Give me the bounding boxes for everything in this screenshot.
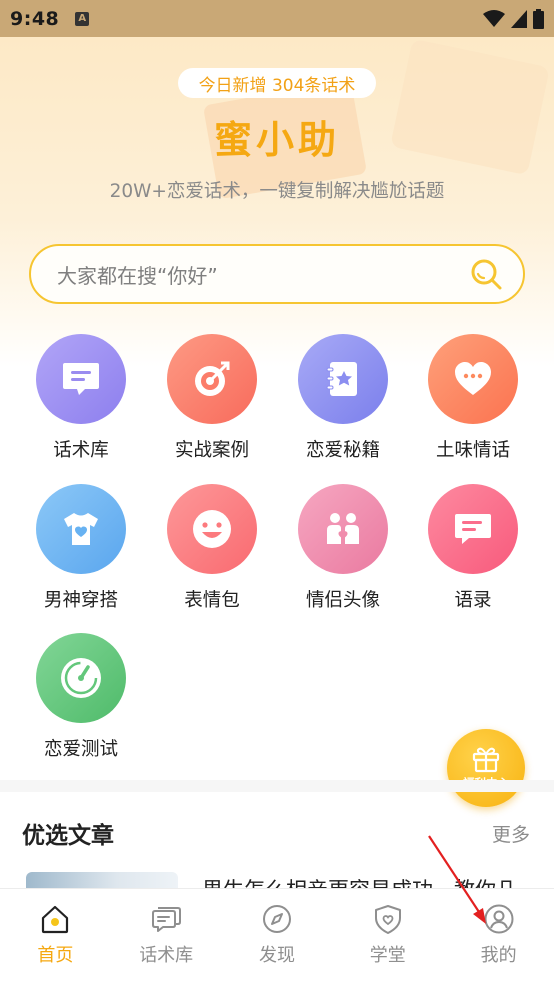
grid-item-stickers[interactable]: 表情包	[157, 484, 267, 612]
grid-label: 土味情话	[435, 440, 510, 461]
search-input[interactable]: 大家都在搜“你好”	[29, 244, 525, 304]
notebook-star-icon	[326, 362, 357, 396]
nav-item-home[interactable]: 首页	[0, 889, 111, 984]
grid-icon-circle	[167, 484, 257, 574]
heart-dots-icon	[455, 362, 491, 395]
notification-icon: A	[75, 11, 90, 26]
grid-item-quotes[interactable]: 语录	[418, 484, 528, 612]
grid-item-love-test[interactable]: 恋爱测试	[26, 633, 136, 761]
cellular-icon	[511, 9, 527, 28]
tshirt-icon	[64, 513, 98, 545]
search-placeholder: 大家都在搜“你好”	[57, 263, 218, 288]
grid-label: 实战案例	[174, 440, 249, 461]
grid-item-mens-outfits[interactable]: 男神穿搭	[26, 484, 136, 612]
smiley-icon	[193, 510, 231, 548]
grid-item-couple-avatars[interactable]: 情侣头像	[288, 484, 398, 612]
couple-icon	[327, 513, 359, 544]
grid-label: 语录	[454, 590, 492, 611]
grid-item-real-cases[interactable]: 实战案例	[157, 334, 267, 462]
target-icon	[195, 361, 230, 396]
nav-item-school[interactable]: 学堂	[332, 889, 443, 984]
grid-label: 话术库	[53, 440, 109, 461]
search-icon[interactable]	[469, 257, 503, 291]
grid-icon-circle	[298, 334, 388, 424]
nav-label: 首页	[37, 945, 74, 966]
battery-icon	[533, 8, 544, 29]
gift-icon	[472, 747, 500, 773]
grid-icon-circle	[36, 334, 126, 424]
grid-icon-circle	[298, 484, 388, 574]
status-time: 9:48	[10, 7, 60, 30]
grid-icon-circle	[167, 334, 257, 424]
shield-heart-icon	[374, 905, 401, 934]
grid-label: 恋爱测试	[43, 739, 118, 760]
grid-icon-circle	[428, 484, 518, 574]
nav-label: 学堂	[369, 945, 406, 966]
grid-label: 表情包	[184, 590, 240, 611]
chat-bubbles-icon	[152, 907, 182, 932]
nav-label: 话术库	[139, 945, 194, 966]
more-link[interactable]: 更多	[492, 820, 530, 847]
home-icon	[42, 905, 69, 934]
hero-banner: 今日新增 304条话术 蜜小助 20W+恋爱话术，一键复制解决尴尬话题	[0, 37, 554, 367]
app-subtitle: 20W+恋爱话术，一键复制解决尴尬话题	[109, 181, 445, 202]
nav-item-discover[interactable]: 发现	[222, 889, 333, 984]
compass-icon	[262, 905, 291, 933]
bottom-navigation: 首页 话术库 发现 学堂 我的	[0, 888, 554, 984]
gauge-icon	[61, 658, 101, 698]
grid-item-script-library[interactable]: 话术库	[26, 334, 136, 462]
grid-item-love-tips[interactable]: 恋爱秘籍	[288, 334, 398, 462]
status-indicators	[483, 8, 544, 29]
nav-label: 发现	[258, 945, 295, 966]
section-divider	[0, 780, 554, 792]
quote-bubble-icon	[455, 514, 491, 544]
grid-icon-circle	[428, 334, 518, 424]
grid-item-cheesy-lines[interactable]: 土味情话	[418, 334, 528, 462]
grid-icon-circle	[36, 484, 126, 574]
app-title: 蜜小助	[213, 118, 340, 162]
grid-icon-circle	[36, 633, 126, 723]
welfare-center-button[interactable]: 福利中心	[447, 729, 525, 807]
chat-bubble-icon	[63, 363, 99, 395]
nav-label: 我的	[480, 945, 517, 966]
grid-label: 恋爱秘籍	[305, 440, 380, 461]
status-bar: 9:48 A	[0, 0, 554, 37]
nav-item-profile[interactable]: 我的	[443, 889, 554, 984]
user-icon	[484, 904, 514, 934]
grid-label: 情侣头像	[305, 590, 380, 611]
new-scripts-badge: 今日新增 304条话术	[178, 68, 376, 98]
grid-label: 男神穿搭	[43, 590, 118, 611]
wifi-icon	[483, 9, 505, 27]
nav-item-script-library[interactable]: 话术库	[111, 889, 222, 984]
featured-articles-title: 优选文章	[22, 823, 114, 849]
